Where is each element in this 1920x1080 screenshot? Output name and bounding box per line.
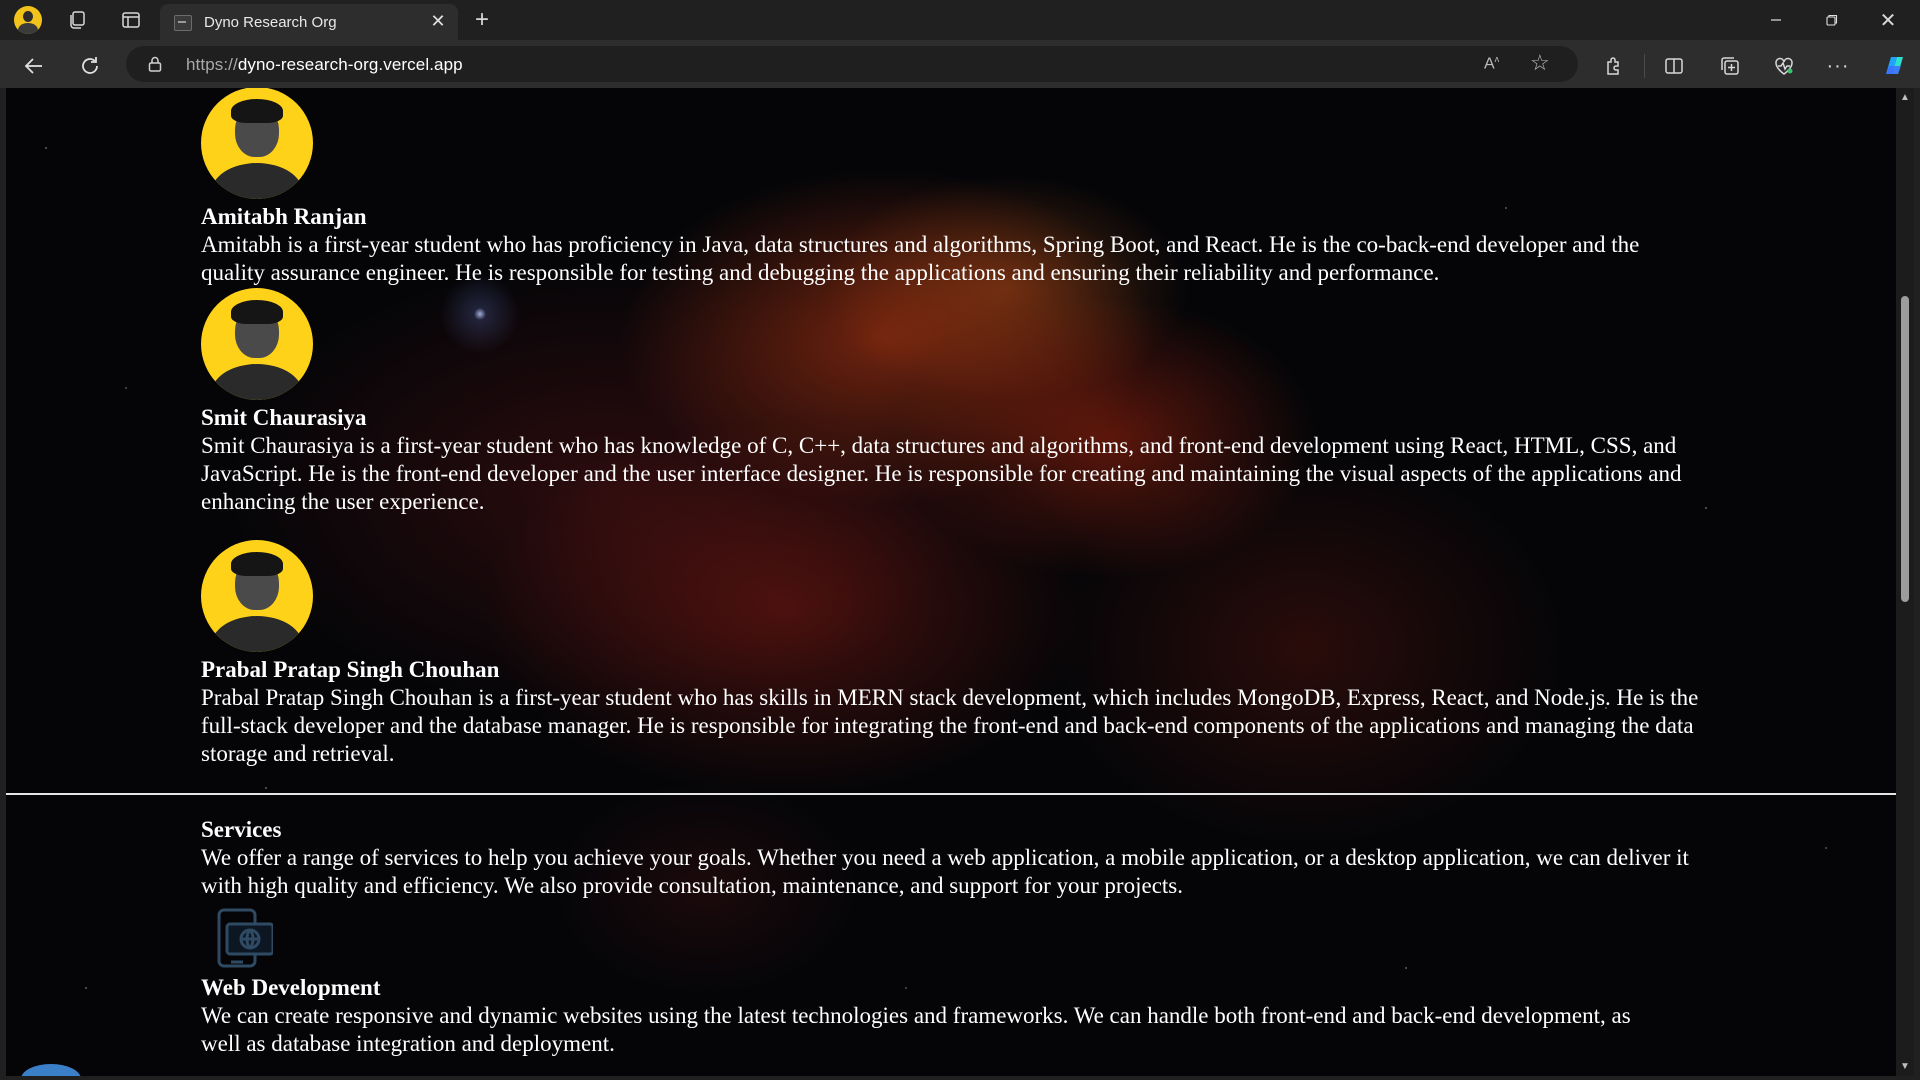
scroll-up-arrow-icon[interactable]: ▲ [1900,92,1910,103]
member-name: Smit Chaurasiya [201,405,367,430]
address-bar[interactable]: https://dyno-research-org.vercel.app Aʌ … [126,46,1578,82]
member-name: Amitabh Ranjan [201,204,367,229]
member-bio: Prabal Pratap Singh Chouhan is a first-y… [201,685,1699,766]
page-scrollbar[interactable]: ▲ ▼ [1896,88,1914,1076]
lock-icon [148,56,162,72]
restore-icon [1826,14,1838,26]
reload-button[interactable] [76,52,104,80]
split-screen-icon [1665,58,1683,74]
more-button[interactable]: ··· [1824,52,1852,80]
vertical-tabs-button[interactable] [118,8,144,32]
team-member-card: Prabal Pratap Singh Chouhan Prabal Prata… [201,540,1701,768]
close-icon: ✕ [430,10,446,31]
split-screen-button[interactable] [1660,52,1688,80]
web-development-icon [217,908,273,968]
page-viewport: Amitabh Ranjan Amitabh is a first-year s… [6,88,1896,1076]
service-title: Web Development [201,975,381,1000]
services-heading: Services [201,817,282,842]
services-section: Services We offer a range of services to… [201,816,1701,1056]
collections-icon [1721,57,1739,75]
url-text: https://dyno-research-org.vercel.app [186,55,463,75]
close-window-button[interactable]: ✕ [1874,6,1902,34]
close-tab-button[interactable]: ✕ [428,11,448,31]
section-divider [6,793,1896,795]
browser-essentials-button[interactable] [1770,52,1798,80]
service-description: We can create responsive and dynamic web… [201,1003,1631,1056]
profile-button[interactable] [12,6,44,34]
member-photo [201,88,313,199]
team-member-card: Amitabh Ranjan Amitabh is a first-year s… [201,88,1701,287]
collections-button[interactable] [1716,52,1744,80]
puzzle-icon [1607,57,1619,75]
site-favicon [174,15,192,31]
copilot-icon [1886,57,1903,74]
member-bio: Smit Chaurasiya is a first-year student … [201,433,1682,514]
plus-icon: + [474,6,489,33]
active-tab[interactable]: Dyno Research Org ✕ [160,4,458,40]
toolbar-separator [1644,54,1645,78]
star-icon[interactable]: ☆ [1530,50,1550,76]
scrollbar-thumb[interactable] [1901,296,1909,602]
minimize-button[interactable] [1762,6,1790,34]
more-icon: ··· [1826,54,1850,77]
tab-title: Dyno Research Org [204,14,337,31]
back-button[interactable] [20,52,48,80]
close-icon: ✕ [1879,9,1897,32]
extensions-button[interactable] [1600,52,1628,80]
team-member-card: Smit Chaurasiya Smit Chaurasiya is a fir… [201,288,1701,516]
reload-icon [82,57,98,74]
member-bio: Amitabh is a first-year student who has … [201,232,1640,285]
new-tab-button[interactable]: + [468,6,496,34]
heart-pulse-icon [1775,57,1793,75]
url-scheme: https:// [186,55,238,74]
scroll-down-arrow-icon[interactable]: ▼ [1900,1061,1910,1072]
member-photo [201,288,313,400]
back-arrow-icon [24,58,42,74]
member-name: Prabal Pratap Singh Chouhan [201,657,500,682]
profile-avatar-icon [14,6,42,34]
restore-button[interactable] [1818,6,1846,34]
workspaces-icon [70,11,85,29]
read-aloud-icon[interactable]: Aʌ [1484,54,1499,73]
services-intro: We offer a range of services to help you… [201,845,1689,898]
vertical-tabs-icon [122,12,140,28]
member-photo [201,540,313,652]
url-host: dyno-research-org.vercel.app [237,55,463,74]
workspaces-button[interactable] [64,8,90,32]
copilot-button[interactable] [1878,50,1910,82]
minimize-icon [1771,19,1781,21]
